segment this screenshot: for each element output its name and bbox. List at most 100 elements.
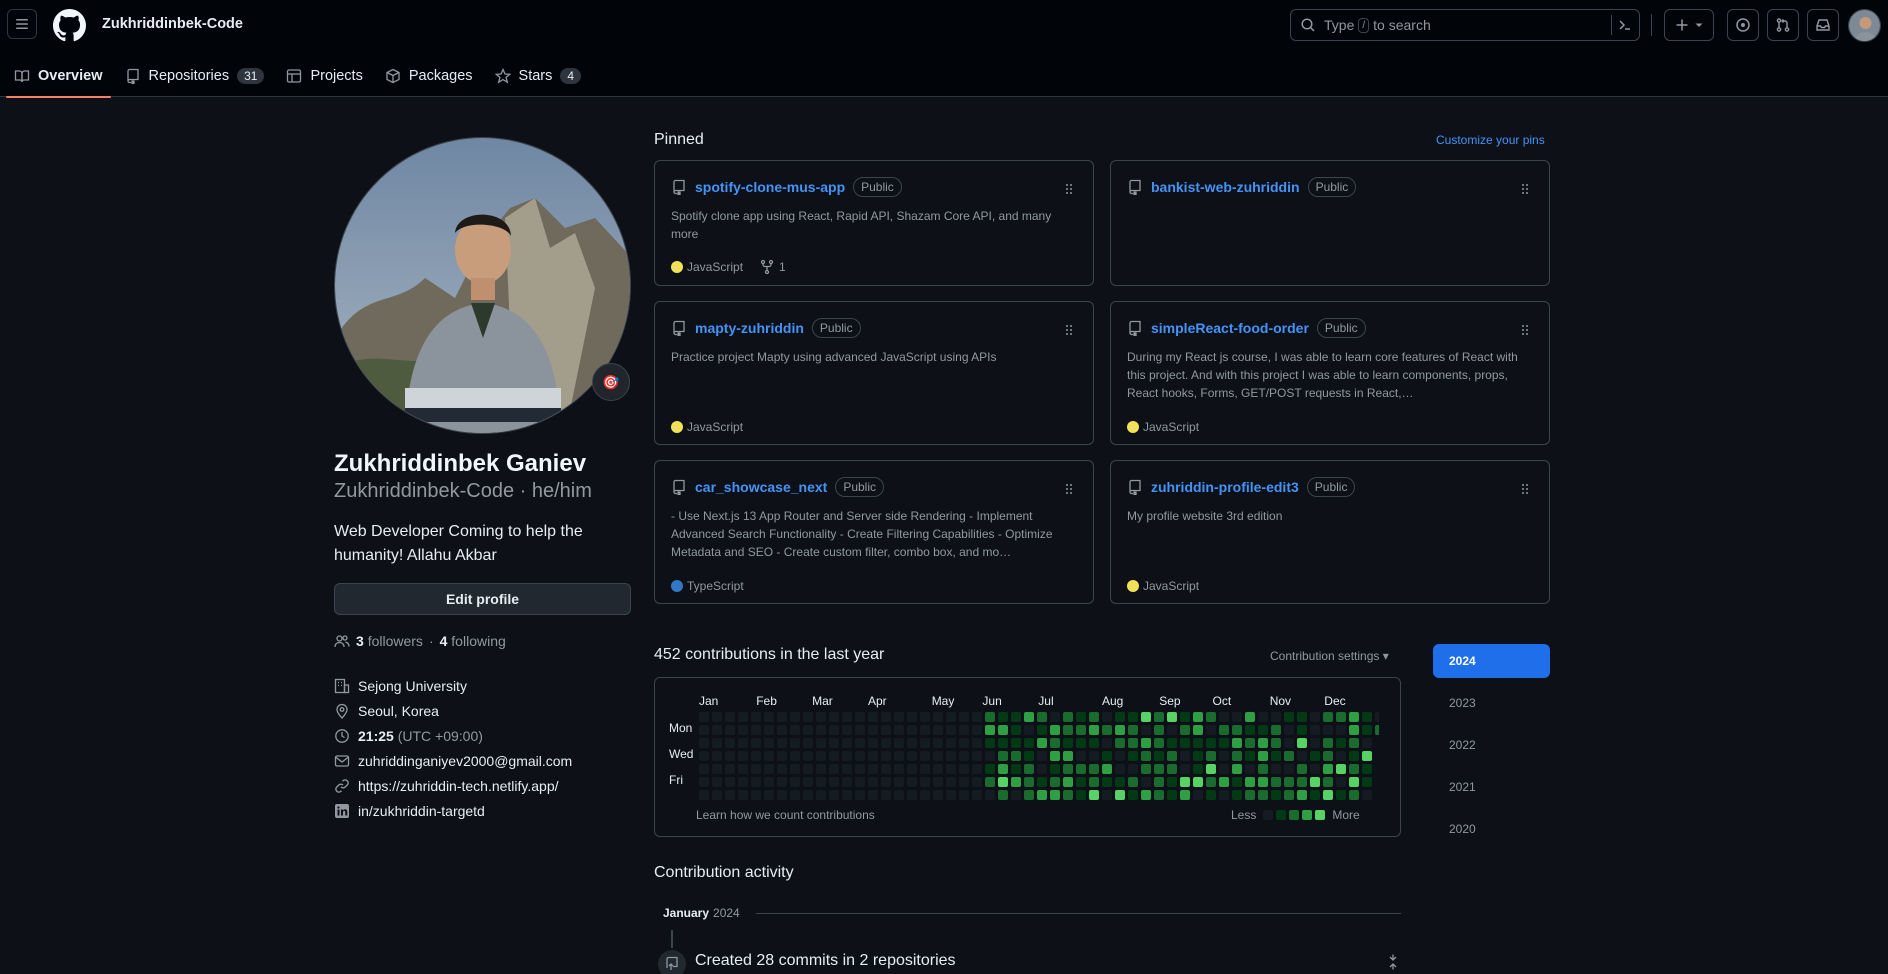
contribution-day[interactable]: [1323, 751, 1333, 761]
contribution-day[interactable]: [725, 751, 735, 761]
customize-pins-link[interactable]: Customize your pins: [1436, 133, 1545, 147]
year-link-2023[interactable]: 2023: [1433, 686, 1550, 720]
contribution-day[interactable]: [920, 777, 930, 787]
contribution-day[interactable]: [855, 764, 865, 774]
contribution-day[interactable]: [998, 738, 1008, 748]
contribution-day[interactable]: [1258, 777, 1268, 787]
contribution-day[interactable]: [712, 751, 722, 761]
contribution-day[interactable]: [829, 725, 839, 735]
contribution-day[interactable]: [1037, 764, 1047, 774]
contribution-day[interactable]: [1245, 738, 1255, 748]
contribution-day[interactable]: [790, 725, 800, 735]
contribution-day[interactable]: [816, 751, 826, 761]
contribution-day[interactable]: [1167, 738, 1177, 748]
year-link-2024[interactable]: 2024: [1433, 644, 1550, 678]
contribution-day[interactable]: [998, 790, 1008, 800]
contribution-day[interactable]: [699, 738, 709, 748]
contribution-day[interactable]: [738, 712, 748, 722]
contribution-day[interactable]: [764, 751, 774, 761]
contribution-day[interactable]: [894, 777, 904, 787]
contribution-day[interactable]: [725, 712, 735, 722]
contribution-day[interactable]: [1284, 725, 1294, 735]
repo-name-link[interactable]: bankist-web-zuhriddin: [1151, 179, 1300, 195]
contribution-day[interactable]: [1089, 751, 1099, 761]
contribution-day[interactable]: [1076, 712, 1086, 722]
contribution-day[interactable]: [842, 712, 852, 722]
contribution-day[interactable]: [1063, 712, 1073, 722]
contribution-day[interactable]: [1245, 751, 1255, 761]
contribution-day[interactable]: [712, 712, 722, 722]
contribution-day[interactable]: [1037, 751, 1047, 761]
contribution-day[interactable]: [1115, 751, 1125, 761]
contribution-day[interactable]: [1297, 751, 1307, 761]
contribution-day[interactable]: [1206, 764, 1216, 774]
contribution-day[interactable]: [1349, 738, 1359, 748]
contribution-day[interactable]: [920, 712, 930, 722]
grabber-icon[interactable]: [1061, 481, 1077, 497]
contribution-day[interactable]: [1102, 738, 1112, 748]
contribution-day[interactable]: [712, 725, 722, 735]
contribution-day[interactable]: [881, 751, 891, 761]
contribution-day[interactable]: [1180, 777, 1190, 787]
contribution-day[interactable]: [1063, 777, 1073, 787]
grabber-icon[interactable]: [1061, 181, 1077, 197]
contribution-day[interactable]: [907, 764, 917, 774]
contribution-day[interactable]: [972, 764, 982, 774]
repo-forks-link[interactable]: 1: [759, 259, 786, 275]
contribution-day[interactable]: [1362, 777, 1372, 787]
contribution-day[interactable]: [1180, 764, 1190, 774]
contribution-day[interactable]: [790, 790, 800, 800]
contribution-day[interactable]: [1284, 764, 1294, 774]
contribution-day[interactable]: [1141, 751, 1151, 761]
contribution-day[interactable]: [1024, 790, 1034, 800]
contribution-day[interactable]: [1362, 790, 1372, 800]
contribution-day[interactable]: [842, 764, 852, 774]
contribution-day[interactable]: [1102, 712, 1112, 722]
contribution-day[interactable]: [764, 790, 774, 800]
command-palette-button[interactable]: [1611, 15, 1633, 35]
contribution-day[interactable]: [1115, 777, 1125, 787]
contribution-day[interactable]: [998, 777, 1008, 787]
contribution-day[interactable]: [1258, 764, 1268, 774]
contribution-day[interactable]: [790, 764, 800, 774]
contribution-day[interactable]: [946, 712, 956, 722]
tab-overview[interactable]: Overview: [6, 59, 111, 98]
contribution-day[interactable]: [1050, 712, 1060, 722]
contribution-day[interactable]: [1349, 751, 1359, 761]
contribution-day[interactable]: [1310, 777, 1320, 787]
contribution-day[interactable]: [959, 790, 969, 800]
contribution-day[interactable]: [1362, 764, 1372, 774]
grabber-icon[interactable]: [1517, 181, 1533, 197]
contribution-day[interactable]: [868, 751, 878, 761]
contribution-day[interactable]: [1167, 751, 1177, 761]
repo-name-link[interactable]: zuhriddin-profile-edit3: [1151, 479, 1299, 495]
contribution-day[interactable]: [1349, 725, 1359, 735]
contribution-day[interactable]: [738, 751, 748, 761]
contribution-day[interactable]: [777, 764, 787, 774]
contribution-day[interactable]: [946, 738, 956, 748]
contribution-day[interactable]: [803, 777, 813, 787]
contribution-day[interactable]: [1128, 764, 1138, 774]
contribution-day[interactable]: [855, 751, 865, 761]
contribution-day[interactable]: [946, 777, 956, 787]
year-link-2022[interactable]: 2022: [1433, 728, 1550, 762]
contribution-day[interactable]: [738, 790, 748, 800]
contribution-day[interactable]: [920, 738, 930, 748]
contribution-day[interactable]: [933, 738, 943, 748]
contribution-day[interactable]: [1024, 712, 1034, 722]
contribution-day[interactable]: [1310, 738, 1320, 748]
contribution-day[interactable]: [803, 712, 813, 722]
linkedin-link[interactable]: in/zukhriddin-targetd: [358, 803, 485, 819]
contribution-day[interactable]: [1180, 790, 1190, 800]
contribution-day[interactable]: [816, 725, 826, 735]
contribution-day[interactable]: [998, 725, 1008, 735]
activity-commits-summary[interactable]: Created 28 commits in 2 repositories: [695, 952, 956, 970]
contribution-day[interactable]: [1323, 725, 1333, 735]
contribution-day[interactable]: [1206, 777, 1216, 787]
email-link[interactable]: zuhriddinganiyev2000@gmail.com: [358, 753, 572, 769]
contribution-day[interactable]: [1076, 751, 1086, 761]
contribution-day[interactable]: [1011, 751, 1021, 761]
contribution-day[interactable]: [1349, 790, 1359, 800]
contribution-day[interactable]: [1232, 777, 1242, 787]
contribution-day[interactable]: [985, 712, 995, 722]
